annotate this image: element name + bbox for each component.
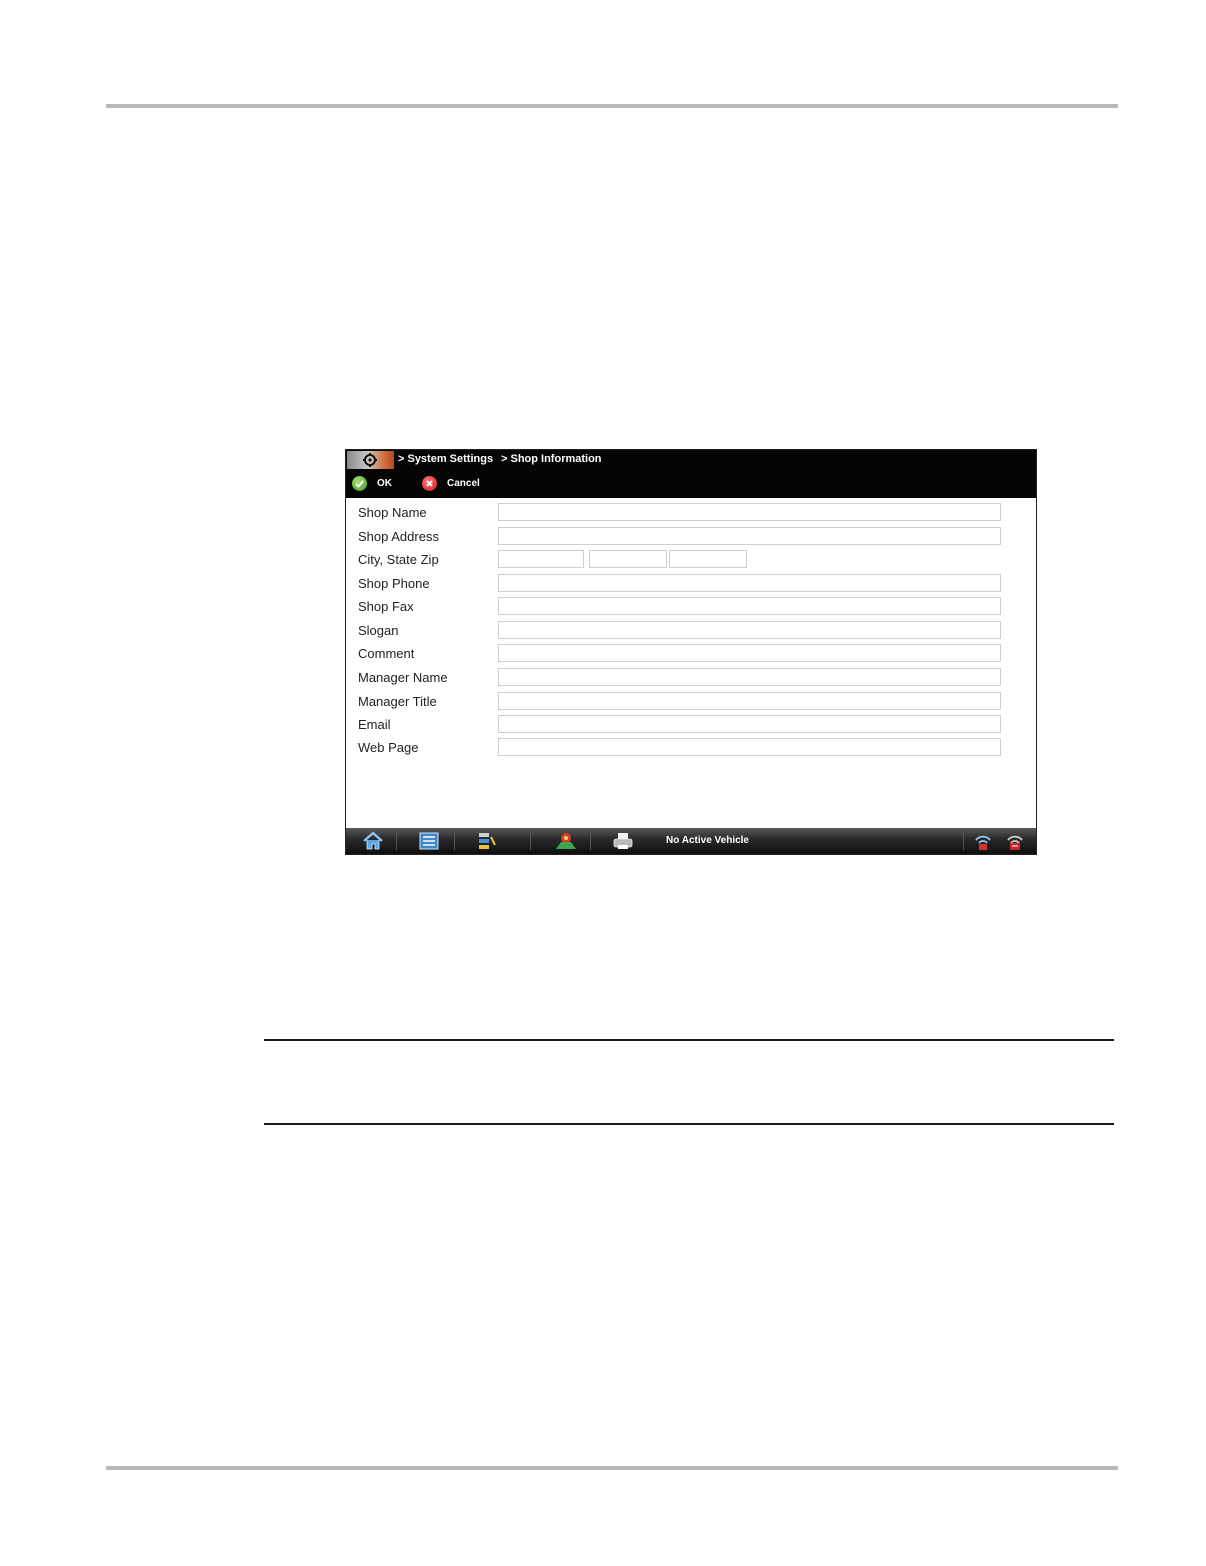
shop-fax-input[interactable] xyxy=(498,597,1001,615)
form-row-manager-name: Manager Name xyxy=(346,668,1036,690)
comment-input[interactable] xyxy=(498,644,1001,662)
web-page-input[interactable] xyxy=(498,738,1001,756)
city-input[interactable] xyxy=(498,550,584,568)
wireless-icon[interactable] xyxy=(970,831,996,851)
slogan-input[interactable] xyxy=(498,621,1001,639)
data-list-icon[interactable] xyxy=(416,831,442,851)
home-settings-icon[interactable] xyxy=(347,451,394,469)
manager-name-label: Manager Name xyxy=(358,670,448,685)
toolbar-divider xyxy=(396,832,397,850)
printer-icon[interactable] xyxy=(610,831,636,851)
toolbar-divider xyxy=(454,832,455,850)
breadcrumb-system-settings[interactable]: > System Settings xyxy=(398,453,493,465)
manager-title-label: Manager Title xyxy=(358,694,437,709)
checkmark-icon xyxy=(352,475,367,491)
slogan-label: Slogan xyxy=(358,623,399,638)
cancel-label: Cancel xyxy=(447,477,480,489)
title-bar: > System Settings > Shop Information OK … xyxy=(346,450,1036,498)
cancel-button[interactable]: Cancel xyxy=(422,474,480,492)
shop-phone-input[interactable] xyxy=(498,574,1001,592)
home-icon[interactable] xyxy=(360,831,386,851)
note-divider xyxy=(264,1039,1114,1041)
form-row-comment: Comment xyxy=(346,644,1036,666)
form-row-web-page: Web Page xyxy=(346,738,1036,760)
status-bar: No Active Vehicle xyxy=(346,828,1036,854)
form-row-shop-fax: Shop Fax xyxy=(346,597,1036,619)
shop-address-label: Shop Address xyxy=(358,529,439,544)
page-footer-rule xyxy=(106,1466,1118,1470)
city-state-zip-label: City, State Zip xyxy=(358,552,439,567)
ok-button[interactable]: OK xyxy=(352,474,392,492)
page-header-rule xyxy=(106,104,1118,108)
form-row-shop-address: Shop Address xyxy=(346,527,1036,549)
breadcrumb-shop-information: > Shop Information xyxy=(501,453,602,465)
zip-input[interactable] xyxy=(669,550,747,568)
toolbar-divider xyxy=(530,832,531,850)
form-row-shop-name: Shop Name xyxy=(346,503,1036,525)
manager-title-input[interactable] xyxy=(498,692,1001,710)
form-row-city-state-zip: City, State Zip xyxy=(346,550,1036,572)
vehicle-status-text: No Active Vehicle xyxy=(666,835,749,846)
comment-label: Comment xyxy=(358,646,415,661)
shop-phone-label: Shop Phone xyxy=(358,576,430,591)
shop-name-label: Shop Name xyxy=(358,505,427,520)
scan-tool-screen: > System Settings > Shop Information OK … xyxy=(345,449,1037,855)
vehicle-system-icon[interactable] xyxy=(553,831,579,851)
shop-fax-label: Shop Fax xyxy=(358,599,414,614)
shop-name-input[interactable] xyxy=(498,503,1001,521)
manager-name-input[interactable] xyxy=(498,668,1001,686)
form-row-manager-title: Manager Title xyxy=(346,692,1036,714)
ok-label: OK xyxy=(377,477,392,489)
note-divider xyxy=(264,1123,1114,1125)
tools-icon[interactable] xyxy=(474,831,500,851)
close-icon xyxy=(422,475,437,491)
toolbar-divider xyxy=(590,832,591,850)
shop-address-input[interactable] xyxy=(498,527,1001,545)
connection-icon[interactable] xyxy=(1002,831,1028,851)
email-label: Email xyxy=(358,717,391,732)
form-row-slogan: Slogan xyxy=(346,621,1036,643)
form-row-shop-phone: Shop Phone xyxy=(346,574,1036,596)
web-page-label: Web Page xyxy=(358,740,419,755)
state-input[interactable] xyxy=(589,550,667,568)
form-row-email: Email xyxy=(346,715,1036,737)
email-input[interactable] xyxy=(498,715,1001,733)
toolbar-divider xyxy=(963,832,964,850)
